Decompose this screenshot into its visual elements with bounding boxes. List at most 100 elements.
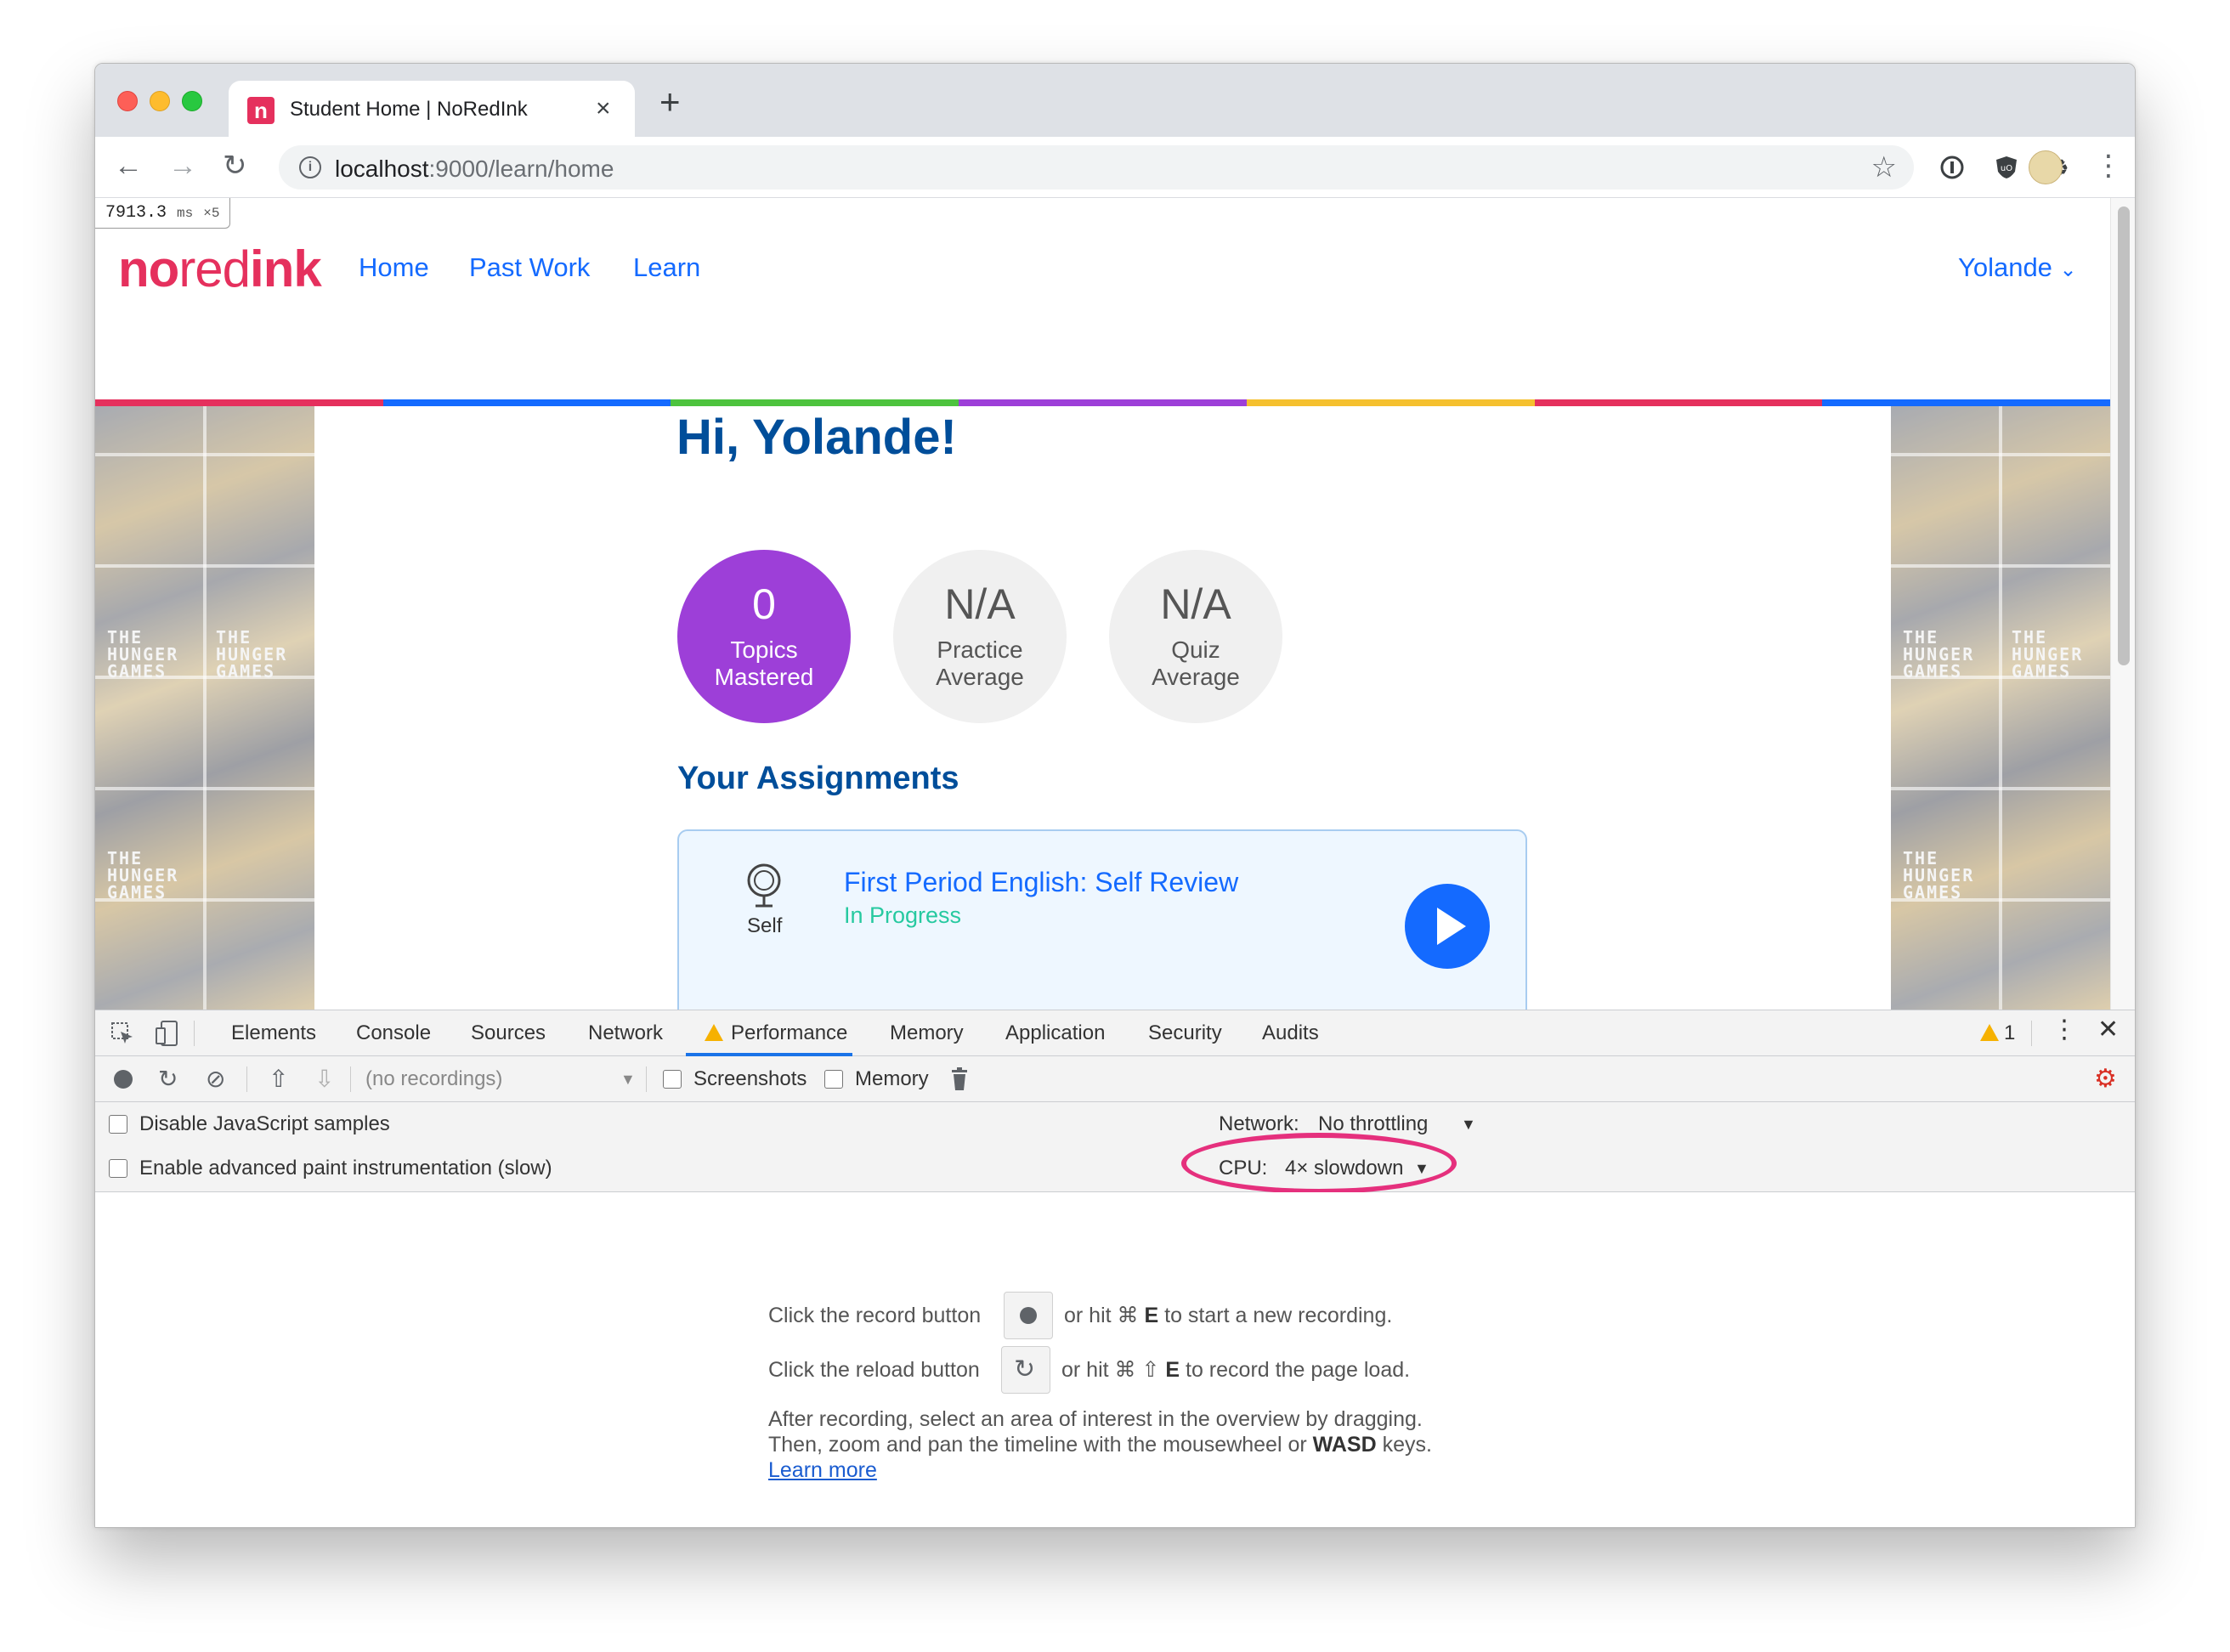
stat-label: Topics Mastered	[714, 636, 814, 690]
record-instruction-text: Click the record button	[768, 1304, 982, 1327]
maximize-window-button[interactable]	[182, 91, 202, 111]
memory-checkbox[interactable]	[824, 1070, 843, 1089]
microphone-icon	[747, 863, 781, 908]
left-book-poster-background: THE HUNGER GAMES THE HUNGER GAMES THE HUNGER G…	[95, 406, 314, 1010]
capture-settings-pane: Disable JavaScript samples Enable advanc…	[95, 1102, 2135, 1192]
tab-title: Student Home | NoRedInk	[290, 98, 528, 121]
screenshots-checkbox[interactable]	[663, 1070, 682, 1089]
network-dropdown-arrow-icon[interactable]: ▼	[1461, 1112, 1476, 1136]
tab-console[interactable]: Console	[356, 1021, 431, 1046]
stat-value: N/A	[944, 580, 1016, 628]
new-tab-button[interactable]: +	[659, 84, 681, 120]
site-info-icon[interactable]: i	[299, 156, 321, 178]
tab-memory[interactable]: Memory	[890, 1021, 964, 1046]
reload-shortcut-text: or hit ⌘ ⇧ E to record the page load.	[1061, 1358, 1411, 1382]
logo-part-red: red	[178, 240, 251, 297]
ublock-shield-icon[interactable]: uO	[1994, 155, 2019, 180]
tab-performance[interactable]: Performance	[731, 1021, 847, 1046]
topics-mastered-stat: 0 Topics Mastered	[677, 550, 851, 723]
url-text[interactable]: localhost:9000/learn/home	[335, 156, 614, 183]
reload-record-icon[interactable]: ↻	[158, 1065, 178, 1094]
tab-sources[interactable]: Sources	[471, 1021, 546, 1046]
poster-text: THE HUNGER GAMES	[2012, 627, 2084, 682]
devtools-tab-bar: Elements Console Sources Network Perform…	[95, 1010, 2135, 1056]
disable-js-samples-label: Disable JavaScript samples	[139, 1112, 390, 1135]
stat-value: N/A	[1160, 580, 1231, 628]
quiz-average-stat: N/A Quiz Average	[1109, 550, 1282, 723]
url-host: localhost	[335, 156, 429, 182]
after-recording-text: After recording, select an area of inter…	[768, 1407, 1423, 1431]
timing-unit: ms	[177, 206, 194, 221]
browser-window: n Student Home | NoRedInk × + ← → ↻ i lo…	[94, 63, 2136, 1528]
inspect-element-icon[interactable]	[110, 1021, 134, 1045]
rainbow-segment	[1246, 399, 1535, 406]
toolbar-divider	[2031, 1021, 2032, 1046]
onepassword-extension-icon[interactable]	[1939, 155, 1965, 180]
warnings-count[interactable]: 1	[2004, 1021, 2015, 1046]
assignment-status: In Progress	[844, 902, 962, 928]
assignment-title-link[interactable]: First Period English: Self Review	[844, 867, 1238, 898]
user-menu[interactable]: Yolande ⌄	[1958, 251, 2077, 287]
save-profile-icon[interactable]: ⇩	[314, 1065, 334, 1094]
nav-past-work-link[interactable]: Past Work	[469, 251, 590, 285]
performance-landing-page: Click the record button or hit ⌘ E to st…	[95, 1192, 2135, 1527]
assignment-card[interactable]: Self First Period English: Self Review I…	[677, 829, 1527, 1010]
tab-audits[interactable]: Audits	[1262, 1021, 1319, 1046]
tab-network[interactable]: Network	[588, 1021, 663, 1046]
devtools-menu-icon[interactable]: ⋮	[2052, 1017, 2077, 1043]
clear-icon[interactable]: ⊘	[206, 1065, 225, 1094]
reload-instruction-text: Click the reload button	[768, 1358, 980, 1382]
nav-home-link[interactable]: Home	[359, 251, 429, 285]
inline-reload-button[interactable]: ↻	[1001, 1346, 1050, 1394]
tab-elements[interactable]: Elements	[231, 1021, 316, 1046]
close-devtools-icon[interactable]: ✕	[2097, 1017, 2119, 1043]
record-button[interactable]	[114, 1070, 133, 1089]
forward-arrow-icon[interactable]: →	[168, 149, 197, 183]
device-toolbar-icon[interactable]	[155, 1020, 180, 1047]
advanced-paint-checkbox[interactable]	[109, 1159, 127, 1178]
assignment-type-label: Self	[747, 914, 783, 937]
cpu-highlight-annotation	[1181, 1133, 1457, 1194]
close-window-button[interactable]	[117, 91, 138, 111]
load-profile-icon[interactable]: ⇧	[269, 1065, 288, 1094]
tab-application[interactable]: Application	[1005, 1021, 1105, 1046]
noredink-logo[interactable]: noredink	[118, 239, 322, 300]
toolbar-divider	[350, 1066, 351, 1092]
inline-record-button[interactable]	[1004, 1292, 1053, 1339]
user-name: Yolande	[1958, 252, 2052, 282]
record-shortcut-text: or hit ⌘ E to start a new recording.	[1064, 1304, 1393, 1327]
rainbow-segment	[1534, 399, 1823, 406]
screenshots-label: Screenshots	[693, 1067, 807, 1090]
back-arrow-icon[interactable]: ←	[114, 149, 143, 183]
profile-avatar[interactable]	[2029, 150, 2063, 184]
practice-average-stat: N/A Practice Average	[893, 550, 1067, 723]
reload-icon[interactable]: ↻	[223, 149, 247, 183]
capture-settings-gear-icon[interactable]: ⚙	[2094, 1065, 2117, 1094]
recordings-dropdown-arrow-icon[interactable]: ▼	[620, 1067, 636, 1091]
play-assignment-button[interactable]	[1405, 884, 1490, 969]
tab-security[interactable]: Security	[1148, 1021, 1222, 1046]
reload-icon: ↻	[1014, 1355, 1036, 1383]
record-dot-icon	[1020, 1307, 1037, 1324]
tab-close-icon[interactable]: ×	[596, 94, 611, 123]
browser-menu-icon[interactable]: ⋮	[2094, 149, 2123, 183]
nav-learn-link[interactable]: Learn	[633, 251, 700, 285]
browser-tab[interactable]: n Student Home | NoRedInk ×	[229, 81, 635, 137]
learn-more-link[interactable]: Learn more	[768, 1458, 877, 1483]
performance-toolbar: ↻ ⊘ ⇧ ⇩ (no recordings) ▼ Screenshots Me…	[95, 1056, 2135, 1102]
recordings-select[interactable]: (no recordings)	[365, 1067, 502, 1091]
performance-warning-icon	[705, 1024, 723, 1041]
toolbar-divider	[194, 1021, 195, 1046]
scrollbar-thumb[interactable]	[2118, 206, 2130, 665]
rainbow-divider	[95, 399, 2110, 406]
right-book-poster-background: THE HUNGER GAMES THE HUNGER GAMES THE HUNGER G…	[1891, 406, 2110, 1010]
address-bar[interactable]: i localhost:9000/learn/home ☆	[279, 145, 1914, 190]
toolbar-divider	[646, 1066, 647, 1092]
warning-icon[interactable]	[1980, 1024, 1999, 1041]
trash-icon[interactable]	[950, 1067, 969, 1091]
disable-js-samples-checkbox[interactable]	[109, 1115, 127, 1134]
minimize-window-button[interactable]	[150, 91, 170, 111]
your-assignments-heading: Your Assignments	[677, 761, 959, 796]
page-scrollbar[interactable]	[2110, 198, 2135, 1010]
bookmark-star-icon[interactable]: ☆	[1871, 150, 1897, 184]
